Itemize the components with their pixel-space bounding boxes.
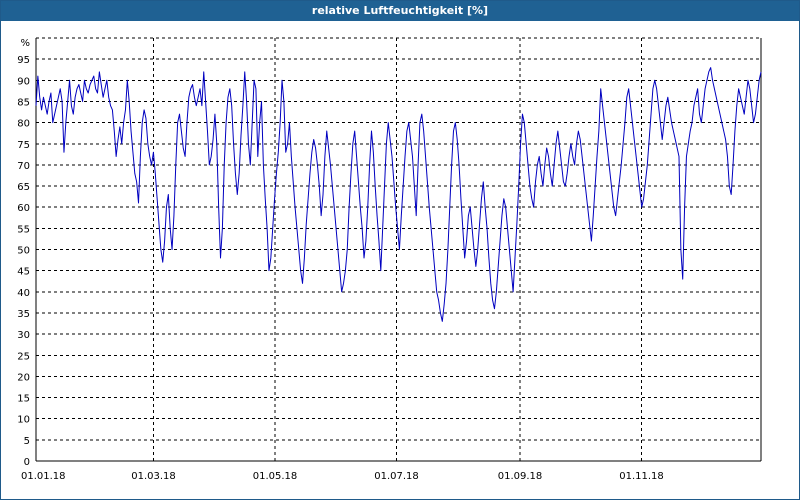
y-tick-label: 55: [17, 224, 30, 235]
x-tick-label: 01.05.18: [253, 471, 298, 482]
y-tick-label: 25: [17, 351, 30, 362]
x-tick-label: 01.01.18: [21, 471, 66, 482]
humidity-line-chart: 0 5 10 15 20 25 30 35 40 45 50 55 60 65 70 75 80 85 90 95% 0…: [17, 37, 762, 482]
x-tick-label: 01.09.18: [498, 471, 543, 482]
x-tick-label: 01.11.18: [619, 471, 664, 482]
y-tick-label: 15: [17, 394, 30, 405]
y-tick-label: 35: [17, 309, 30, 320]
y-tick-label: 30: [17, 330, 30, 341]
y-tick-label: 20: [17, 372, 30, 383]
y-tick-label: 65: [17, 182, 30, 193]
x-tick-label: 01.07.18: [374, 471, 419, 482]
y-tick-label: 80: [17, 119, 30, 130]
y-tick-label: 75: [17, 140, 30, 151]
y-tick-label: 70: [17, 161, 30, 172]
y-tick-label: 90: [17, 76, 30, 87]
y-tick-label: 40: [17, 288, 30, 299]
y-tick-label: 10: [17, 415, 30, 426]
x-tick-label: 01.03.18: [131, 471, 176, 482]
y-tick-label: 85: [17, 97, 30, 108]
y-tick-label: 50: [17, 246, 30, 257]
y-tick-label: 5: [24, 436, 30, 447]
chart-window: relative Luftfeuchtigkeit [%] 0 5 10 15 20 25…: [0, 0, 800, 500]
y-tick-label: 60: [17, 203, 30, 214]
y-tick-label: 95: [17, 55, 30, 66]
y-tick-label: 45: [17, 267, 30, 278]
humidity-series-line: [35, 67, 762, 322]
y-tick-label: 0: [24, 457, 30, 468]
y-unit-label: %: [20, 38, 30, 49]
